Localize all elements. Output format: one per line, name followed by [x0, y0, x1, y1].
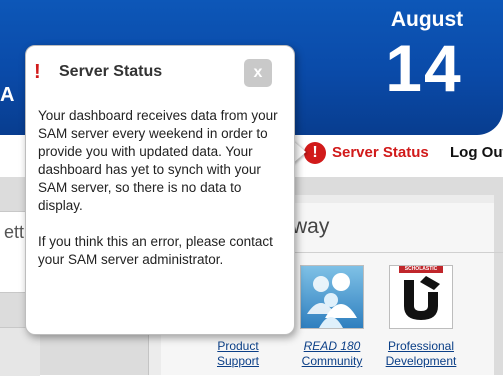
pathway-title: way — [292, 215, 330, 238]
date-day: 14 — [385, 31, 463, 105]
close-button[interactable]: x — [244, 59, 272, 87]
popup-message-paragraph-1: Your dashboard receives data from your S… — [38, 108, 278, 213]
brand-tab: SCHOLASTIC — [399, 266, 443, 273]
alert-icon[interactable]: ! — [304, 142, 326, 164]
server-status-popup: ! Server Status x Your dashboard receive… — [25, 45, 295, 335]
tile-read180-community[interactable]: READ 180 Community — [292, 265, 372, 369]
header-cut-letter: A — [0, 84, 15, 106]
tile-label-professional-development[interactable]: Professional Development — [381, 339, 461, 369]
scholastic-u-logo-icon[interactable]: SCHOLASTIC — [389, 265, 453, 329]
tile-label-product-support[interactable]: Product Support — [198, 339, 278, 369]
exclamation-icon: ! — [34, 61, 41, 83]
community-people-icon[interactable] — [300, 265, 364, 329]
tile-professional-development[interactable]: SCHOLASTIC Professional Development — [381, 265, 461, 369]
server-status-link[interactable]: Server Status — [332, 144, 429, 161]
tile-label-read180-community[interactable]: READ 180 Community — [292, 339, 372, 369]
logout-link[interactable]: Log Out — [450, 144, 503, 161]
popup-title: Server Status — [59, 63, 163, 80]
popup-message-paragraph-2: If you think this an error, please conta… — [38, 234, 273, 267]
popup-body: Your dashboard receives data from your S… — [38, 107, 286, 287]
left-panel-title: ett — [4, 222, 25, 242]
